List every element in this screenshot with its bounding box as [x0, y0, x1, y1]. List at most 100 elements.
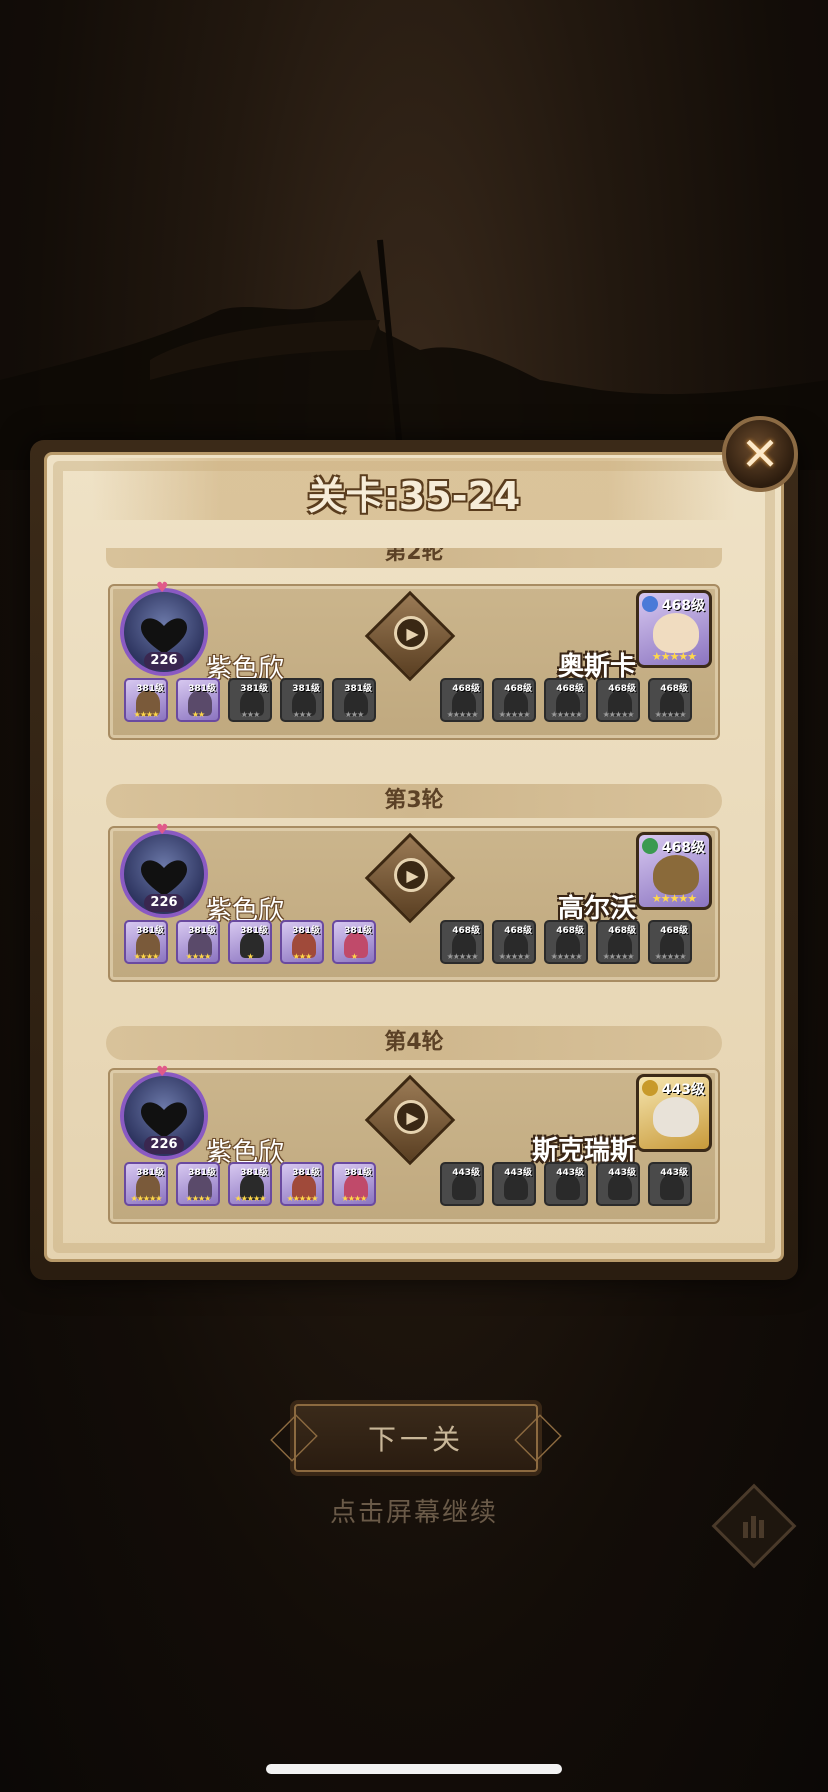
hero-level: 381级	[344, 684, 372, 694]
heart-icon: ♥	[156, 580, 169, 596]
tap-to-continue-hint: 点击屏幕继续	[329, 1498, 498, 1528]
replay-button[interactable]: ▶	[394, 616, 428, 650]
round-header-3: 第3轮	[106, 784, 722, 818]
play-icon: ▶	[406, 1107, 419, 1127]
hero-level: 381级	[136, 684, 164, 694]
enemy-hero-slot[interactable]: 468级 ★★★★★	[492, 920, 536, 964]
player-hero-slot[interactable]: 381级 ★★★★	[176, 1162, 220, 1206]
hero-level: 468级	[660, 684, 688, 694]
hero-stars: ★★★★★	[550, 952, 583, 961]
replay-button[interactable]: ▶	[394, 858, 428, 892]
player-avatar[interactable]: 226	[120, 830, 208, 918]
enemy-leader-face	[653, 1097, 699, 1137]
hero-level: 381级	[188, 1168, 216, 1178]
enemy-hero-slot[interactable]: 468级 ★★★★★	[492, 678, 536, 722]
player-avatar[interactable]: 226	[120, 588, 208, 676]
player-hero-slot[interactable]: 381级 ★	[228, 920, 272, 964]
hero-level: 468级	[504, 926, 532, 936]
hero-stars: ★★★	[292, 952, 313, 961]
player-hero-slot[interactable]: 381级 ★★★★	[124, 920, 168, 964]
hero-stars: ★★★	[292, 710, 313, 719]
heart-hands-icon	[140, 860, 188, 896]
player-hero-slot[interactable]: 381级 ★	[332, 920, 376, 964]
player-hero-slot[interactable]: 381级 ★★★★	[332, 1162, 376, 1206]
enemy-hero-slot[interactable]: 468级 ★★★★★	[440, 920, 484, 964]
hero-stars: ★★★	[344, 710, 365, 719]
player-level-badge: 226	[144, 894, 184, 912]
round-card: 226 ♥ 紫色欣 ▶ 高尔沃 468级 ★★★★★ 381级 ★★★★ 381…	[108, 822, 720, 982]
player-hero-slot[interactable]: 381级 ★★	[176, 678, 220, 722]
player-hero-slot[interactable]: 381级 ★★★★	[124, 678, 168, 722]
player-avatar[interactable]: 226	[120, 1072, 208, 1160]
enemy-hero-slot[interactable]: 468级 ★★★★★	[440, 678, 484, 722]
heart-hands-icon	[140, 1102, 188, 1138]
player-hero-slot[interactable]: 381级 ★★★	[228, 678, 272, 722]
hero-level: 381级	[240, 926, 268, 936]
close-button[interactable]: ✕	[722, 416, 798, 492]
heart-icon: ♥	[156, 1064, 169, 1080]
hero-stars: ★★★★★	[602, 952, 635, 961]
player-hero-slot[interactable]: 381级 ★★★	[280, 920, 324, 964]
player-hero-slot[interactable]: 381级 ★★★★★	[124, 1162, 168, 1206]
hero-level: 468级	[608, 684, 636, 694]
hero-stars: ★★★★★	[234, 1194, 267, 1203]
hero-level: 468级	[504, 684, 532, 694]
hero-level: 468级	[660, 926, 688, 936]
enemy-hero-slot[interactable]: 443级	[596, 1162, 640, 1206]
hero-level: 381级	[344, 1168, 372, 1178]
close-icon: ✕	[740, 427, 780, 481]
player-hero-slot[interactable]: 381级 ★★★	[280, 678, 324, 722]
enemy-hero-slot[interactable]: 443级	[492, 1162, 536, 1206]
enemy-leader-face	[653, 613, 699, 653]
replay-button[interactable]: ▶	[394, 1100, 428, 1134]
enemy-leader-portrait[interactable]: 468级 ★★★★★	[636, 590, 712, 668]
enemy-leader-stars: ★★★★★	[651, 892, 697, 905]
hero-stars: ★	[350, 952, 358, 961]
hero-level: 381级	[136, 1168, 164, 1178]
element-icon	[642, 1080, 658, 1096]
hero-level: 443级	[452, 1168, 480, 1178]
hero-level: 381级	[240, 1168, 268, 1178]
enemy-leader-portrait[interactable]: 443级	[636, 1074, 712, 1152]
hero-level: 468级	[556, 684, 584, 694]
hero-stars: ★★★★	[185, 952, 212, 961]
next-stage-button[interactable]: 下一关	[294, 1404, 538, 1472]
enemy-hero-slot[interactable]: 468级 ★★★★★	[648, 920, 692, 964]
enemy-hero-slot[interactable]: 468级 ★★★★★	[596, 678, 640, 722]
play-icon: ▶	[406, 865, 419, 885]
hero-level: 381级	[188, 926, 216, 936]
player-hero-slot[interactable]: 381级 ★★★★★	[228, 1162, 272, 1206]
enemy-hero-slot[interactable]: 468级 ★★★★★	[544, 678, 588, 722]
hero-stars: ★★★	[240, 710, 261, 719]
enemy-hero-slot[interactable]: 443级	[440, 1162, 484, 1206]
round-header-2: 第2轮	[106, 548, 722, 568]
player-hero-slot[interactable]: 381级 ★★★★	[176, 920, 220, 964]
enemy-leader-level: 468级	[661, 598, 705, 614]
hero-level: 381级	[292, 1168, 320, 1178]
enemy-hero-slot[interactable]: 443级	[648, 1162, 692, 1206]
hero-stars: ★★★★★	[286, 1194, 319, 1203]
element-icon	[642, 838, 658, 854]
hero-level: 381级	[188, 684, 216, 694]
hero-level: 381级	[344, 926, 372, 936]
enemy-hero-slot[interactable]: 468级 ★★★★★	[544, 920, 588, 964]
enemy-hero-slot[interactable]: 468级 ★★★★★	[596, 920, 640, 964]
player-hero-slot[interactable]: 381级 ★★★★★	[280, 1162, 324, 1206]
stage-title: 关卡:35-24	[307, 474, 521, 518]
enemy-hero-slot[interactable]: 443级	[544, 1162, 588, 1206]
player-hero-slot[interactable]: 381级 ★★★	[332, 678, 376, 722]
enemy-hero-slot[interactable]: 468级 ★★★★★	[648, 678, 692, 722]
hero-stars: ★★★★★	[446, 952, 479, 961]
home-indicator[interactable]	[266, 1764, 562, 1774]
hero-stars: ★	[246, 952, 254, 961]
enemy-leader-level: 443级	[661, 1082, 705, 1098]
hero-stars: ★★★★★	[654, 710, 687, 719]
heart-hands-icon	[140, 618, 188, 654]
player-level-badge: 226	[144, 652, 184, 670]
hero-level: 468级	[452, 684, 480, 694]
hero-level: 381级	[292, 684, 320, 694]
hero-stars: ★★★★	[133, 952, 160, 961]
hero-level: 443级	[660, 1168, 688, 1178]
element-icon	[642, 596, 658, 612]
enemy-leader-portrait[interactable]: 468级 ★★★★★	[636, 832, 712, 910]
